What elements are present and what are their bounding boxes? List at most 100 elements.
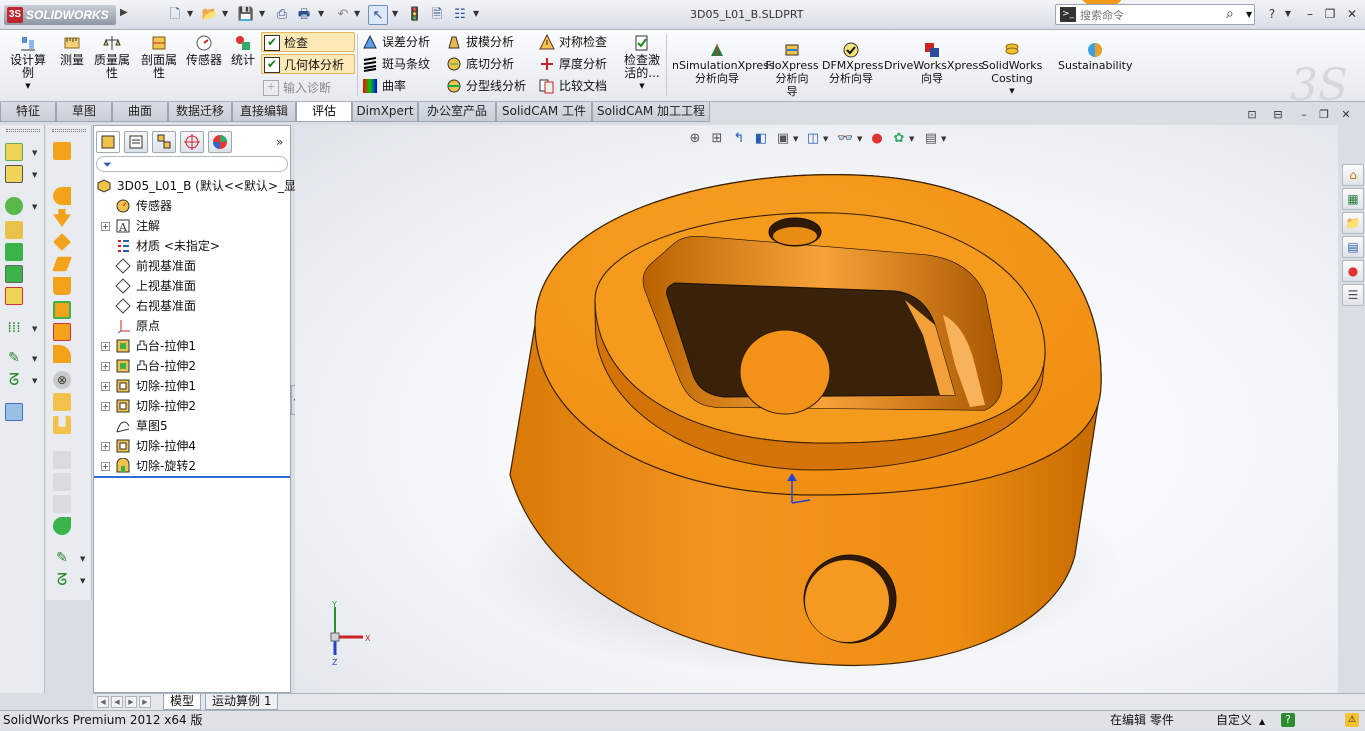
rollback-bar[interactable] (94, 476, 290, 478)
tab-evaluate[interactable]: 评估 (296, 102, 352, 122)
display-manager-tab-icon[interactable] (208, 131, 232, 153)
solidworks-resources-icon[interactable]: ⌂ (1342, 164, 1364, 186)
line-icon[interactable] (5, 197, 23, 215)
appearances-icon[interactable]: ● (1342, 260, 1364, 282)
next-tab-icon[interactable]: ▶ (125, 696, 137, 708)
design-study-dropdown-icon[interactable]: ▼ (8, 80, 48, 93)
options-icon[interactable]: ☷ (450, 5, 470, 25)
delete-solid-icon[interactable]: ⊗ (53, 371, 71, 389)
expand-node-icon[interactable]: + (101, 402, 110, 411)
save-dropdown-icon[interactable]: ▼ (259, 9, 265, 18)
zebra-stripes-button[interactable]: 斑马条纹 (360, 54, 430, 74)
tab-motion-study[interactable]: 运动算例 1 (205, 694, 279, 710)
dropdown-arrow-icon[interactable]: ▼ (80, 577, 85, 585)
tab-data-migration[interactable]: 数据迁移 (168, 102, 232, 122)
dropdown-arrow-icon[interactable]: ▼ (80, 555, 85, 563)
configuration-manager-tab-icon[interactable] (152, 131, 176, 153)
last-tab-icon[interactable]: ▶ (139, 696, 151, 708)
tab-solidcam-machining[interactable]: SolidCAM 加工工程 (592, 102, 710, 122)
dropdown-arrow-icon[interactable]: ▼ (32, 377, 37, 385)
status-units[interactable]: 自定义 (1216, 711, 1252, 730)
undercut-analysis-button[interactable]: 底切分析 (444, 54, 514, 74)
prev-tab-icon[interactable]: ◀ (111, 696, 123, 708)
tab-surfaces[interactable]: 曲面 (112, 102, 168, 122)
tab-dimxpert[interactable]: DimXpert (352, 102, 418, 122)
mass-properties-button[interactable]: 质量属 性 (91, 34, 133, 80)
deviation-analysis-button[interactable]: 误差分析 (360, 32, 430, 52)
geometry-analysis-button[interactable]: ✔ 几何体分析 (261, 54, 355, 74)
check-button[interactable]: ✔ 检查 (261, 32, 355, 52)
dropdown-arrow-icon[interactable]: ▼ (32, 171, 37, 179)
curvature-button[interactable]: 曲率 (360, 76, 406, 96)
viewport-restore-icon[interactable]: ❐ (1317, 108, 1331, 122)
reference-geometry-icon[interactable] (53, 393, 71, 411)
expand-node-icon[interactable]: + (101, 382, 110, 391)
help-icon[interactable]: ? (1264, 6, 1280, 22)
spline-icon[interactable]: ✎ (53, 549, 71, 567)
undo-dropdown-icon[interactable]: ▼ (354, 9, 360, 18)
dfmxpress-button[interactable]: DFMXpress 分析向导 (822, 42, 883, 85)
minimize-icon[interactable]: – (1302, 6, 1318, 22)
design-library-icon[interactable]: ▦ (1342, 188, 1364, 210)
import-diagnostics-button[interactable]: + 输入诊断 (261, 78, 355, 98)
costing-button[interactable]: SolidWorks Costing ▼ (982, 42, 1042, 98)
symmetry-check-button[interactable]: 对称检查 (537, 32, 607, 52)
check-active-document-button[interactable]: 检查激 活的... ▼ (622, 34, 662, 93)
mirror-entities-icon[interactable]: ⁞⁞⁞ (5, 319, 23, 337)
circle-icon[interactable] (5, 243, 23, 261)
statistics-button[interactable]: 统计 (228, 34, 258, 67)
graphics-area[interactable]: ⊕ ⊞ ↰ ◧ ▣ ▼ ◫ ▼ 👓 ▼ ● ✿ ▼ ▤ ▼ Y X Z (295, 125, 1338, 693)
expand-panel-icon[interactable]: » (276, 135, 283, 149)
close-icon[interactable]: ✕ (1344, 6, 1360, 22)
tab-model[interactable]: 模型 (163, 694, 202, 710)
search-command-box[interactable]: >_ ⌕ ▼ (1055, 4, 1255, 25)
expand-node-icon[interactable]: + (101, 442, 110, 451)
extruded-cut-icon[interactable] (53, 209, 71, 227)
print-icon[interactable]: ⎙ (272, 5, 292, 25)
floxpress-button[interactable]: FloXpress 分析向 导 (764, 42, 820, 98)
units-dropdown-icon[interactable]: ▲ (1259, 712, 1265, 731)
sustainability-button[interactable]: Sustainability (1058, 42, 1132, 72)
sensor-button[interactable]: 传感器 (184, 34, 224, 67)
linear-pattern-icon[interactable] (53, 323, 71, 341)
dimxpert-manager-tab-icon[interactable] (180, 131, 204, 153)
rib-icon[interactable] (53, 277, 71, 295)
expand-node-icon[interactable]: + (101, 362, 110, 371)
compare-documents-button[interactable]: 比较文档 (537, 76, 607, 96)
dropdown-arrow-icon[interactable]: ▼ (32, 355, 37, 363)
quick-snaps-icon[interactable] (5, 403, 23, 421)
dropdown-arrow-icon[interactable]: ▼ (32, 203, 37, 211)
curves-icon[interactable]: ᘔ (53, 571, 71, 589)
rebuild-status-icon[interactable]: ⚠ (1345, 713, 1359, 727)
revolved-boss-icon[interactable] (53, 187, 71, 205)
part-model[interactable] (295, 125, 1338, 693)
tree-filter[interactable]: ⏷ (96, 156, 288, 172)
draft-analysis-button[interactable]: 拔模分析 (444, 32, 514, 52)
shell-icon[interactable] (53, 301, 71, 319)
viewport-layout-icon[interactable]: ⊟ (1271, 108, 1285, 122)
design-study-button[interactable]: 设计算 例 ▼ (8, 34, 48, 93)
polygon-icon[interactable] (5, 287, 23, 305)
check-active-dropdown-icon[interactable]: ▼ (622, 80, 662, 93)
viewport-close-icon[interactable]: ✕ (1339, 108, 1353, 122)
print-dropdown-icon[interactable]: ▼ (318, 9, 324, 18)
expand-node-icon[interactable]: + (101, 222, 110, 231)
sweep-icon[interactable] (53, 345, 71, 363)
tab-sketch[interactable]: 草图 (56, 102, 112, 122)
custom-properties-icon[interactable]: ☰ (1342, 284, 1364, 306)
undo-icon[interactable]: ↶ (333, 5, 353, 25)
select-dropdown-icon[interactable]: ▼ (392, 9, 398, 18)
measure-button[interactable]: 测量 (57, 34, 87, 67)
open-folder-icon[interactable]: 📂 (200, 5, 220, 25)
dropdown-arrow-icon[interactable]: ▼ (32, 325, 37, 333)
smart-dimension-icon[interactable] (5, 165, 23, 183)
expand-node-icon[interactable]: + (101, 462, 110, 471)
file-explorer-icon[interactable]: 📁 (1342, 212, 1364, 234)
search-icon[interactable]: ⌕ (1226, 6, 1234, 22)
quick-tips-help-icon[interactable]: ? (1281, 713, 1295, 727)
toolbar-grip[interactable] (52, 129, 86, 132)
expand-node-icon[interactable]: + (101, 342, 110, 351)
chamfer-icon[interactable] (52, 256, 72, 272)
tab-solidcam-stock[interactable]: SolidCAM 工件 (496, 102, 592, 122)
printer-icon[interactable]: 🖶 (294, 5, 314, 25)
